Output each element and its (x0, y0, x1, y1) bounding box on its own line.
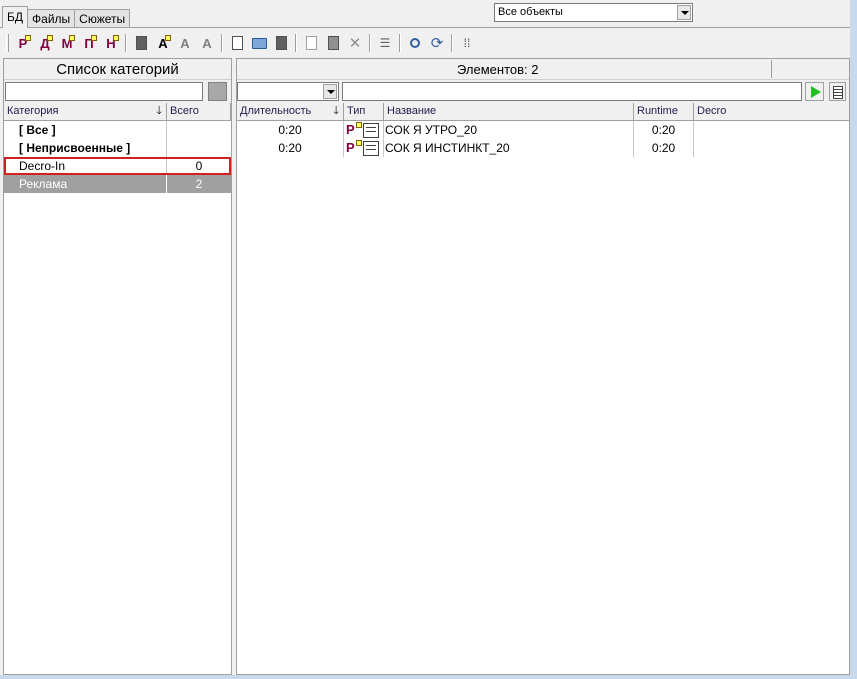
remove-text-button[interactable]: A (196, 32, 218, 54)
copy-icon (305, 36, 317, 50)
delete-button[interactable]: ✕ (344, 32, 366, 54)
elements-field-select[interactable] (237, 82, 339, 101)
paste-icon (327, 36, 339, 50)
new-document-button[interactable] (226, 32, 248, 54)
table-row[interactable]: 0:20 Р СОК Я ИНСТИНКТ_20 0:20 (237, 139, 849, 157)
chevron-down-icon[interactable] (677, 5, 691, 20)
play-button[interactable] (805, 82, 824, 101)
yellow-square-icon (165, 35, 171, 41)
elements-filter-row (237, 80, 849, 103)
yellow-square-icon (69, 35, 75, 41)
copy-button[interactable] (300, 32, 322, 54)
add-text-button[interactable]: A (152, 32, 174, 54)
sort-down-icon: 🡓 (156, 105, 162, 117)
column-header-category[interactable]: Категория 🡓 (4, 103, 167, 121)
grid-icon: ⁞⁞ (463, 36, 471, 50)
column-header-decro[interactable]: Decro (694, 103, 849, 121)
sort-down-icon: 🡓 (333, 105, 339, 117)
tab-stories[interactable]: Сюжеты (74, 9, 131, 28)
column-header-type[interactable]: Тип (344, 103, 384, 121)
column-header-runtime[interactable]: Runtime (634, 103, 694, 121)
tab-files[interactable]: Файлы (27, 9, 76, 28)
window-bottom-edge (0, 675, 857, 679)
yellow-square-icon (113, 35, 119, 41)
grid-view-button[interactable]: ⁞⁞ (456, 32, 478, 54)
type-d-button[interactable]: Д (34, 32, 56, 54)
spot-type-icon: Р (346, 122, 362, 138)
column-header-duration[interactable]: Длительность 🡓 (237, 103, 344, 121)
toolbar-grip (6, 34, 9, 52)
edit-text-button[interactable]: A (174, 32, 196, 54)
elements-count-bar: Элементов: 2 (237, 59, 849, 80)
media-file-icon (363, 122, 379, 138)
elements-count: Элементов: 2 (457, 62, 539, 77)
category-grid-header: Категория 🡓 Всего (4, 103, 231, 121)
category-row-unassigned[interactable]: [ Неприсвоенные ] (4, 139, 231, 157)
list-icon: ☰ (379, 36, 391, 50)
toolbar-separator (399, 34, 401, 52)
elements-grid-header: Длительность 🡓 Тип Название Runtime Decro (237, 103, 849, 121)
objects-filter-select[interactable]: Все объекты (494, 3, 693, 22)
type-n-button[interactable]: Н (100, 32, 122, 54)
category-search-input[interactable] (5, 82, 203, 101)
category-row-decro-in[interactable]: Decro-In 0 (4, 157, 231, 175)
search-button[interactable] (404, 32, 426, 54)
document-icon (231, 36, 243, 50)
category-filter-row (4, 80, 231, 103)
open-folder-button[interactable] (248, 32, 270, 54)
elements-search-input[interactable] (342, 82, 802, 101)
elements-panel: Элементов: 2 Длительность 🡓 Тип Название … (236, 58, 850, 675)
type-m-button[interactable]: М (56, 32, 78, 54)
toolbar-separator (451, 34, 453, 52)
delete-icon: ✕ (348, 35, 362, 52)
table-row[interactable]: 0:20 Р СОК Я УТРО_20 0:20 (237, 121, 849, 139)
refresh-button[interactable]: ⟳ (426, 32, 448, 54)
yellow-square-icon (47, 35, 53, 41)
tab-divider (0, 27, 857, 28)
toolbar-separator (295, 34, 297, 52)
toolbar-separator (221, 34, 223, 52)
category-panel: Список категорий Категория 🡓 Всего [ Все … (3, 58, 232, 675)
refresh-icon: ⟳ (430, 35, 444, 52)
save-icon (275, 36, 287, 50)
chevron-down-icon[interactable] (323, 84, 337, 99)
yellow-square-icon (25, 35, 31, 41)
details-button[interactable] (829, 82, 846, 101)
book-button[interactable] (130, 32, 152, 54)
yellow-square-icon (91, 35, 97, 41)
folder-icon (251, 37, 267, 49)
category-row-all[interactable]: [ Все ] (4, 121, 231, 139)
title-divider (771, 60, 772, 78)
category-panel-title: Список категорий (4, 59, 231, 80)
spot-type-icon: Р (346, 140, 362, 156)
list-view-button[interactable]: ☰ (374, 32, 396, 54)
column-header-total[interactable]: Всего (167, 103, 231, 121)
column-header-name[interactable]: Название (384, 103, 634, 121)
window-right-edge (850, 0, 857, 679)
category-row-advertising[interactable]: Реклама 2 (4, 175, 231, 193)
type-r-button[interactable]: Р (12, 32, 34, 54)
toolbar: Р Д М П Н A A A ✕ ☰ ⟳ ⁞⁞ (4, 31, 854, 55)
tab-bar: БД Файлы Сюжеты (2, 6, 131, 28)
media-file-icon (363, 140, 379, 156)
book-icon (135, 36, 147, 50)
save-button[interactable] (270, 32, 292, 54)
toolbar-separator (125, 34, 127, 52)
category-filter-button[interactable] (208, 82, 227, 101)
paste-button[interactable] (322, 32, 344, 54)
toolbar-separator (369, 34, 371, 52)
tab-db[interactable]: БД (2, 6, 29, 28)
type-p-button[interactable]: П (78, 32, 100, 54)
search-icon (410, 38, 420, 48)
